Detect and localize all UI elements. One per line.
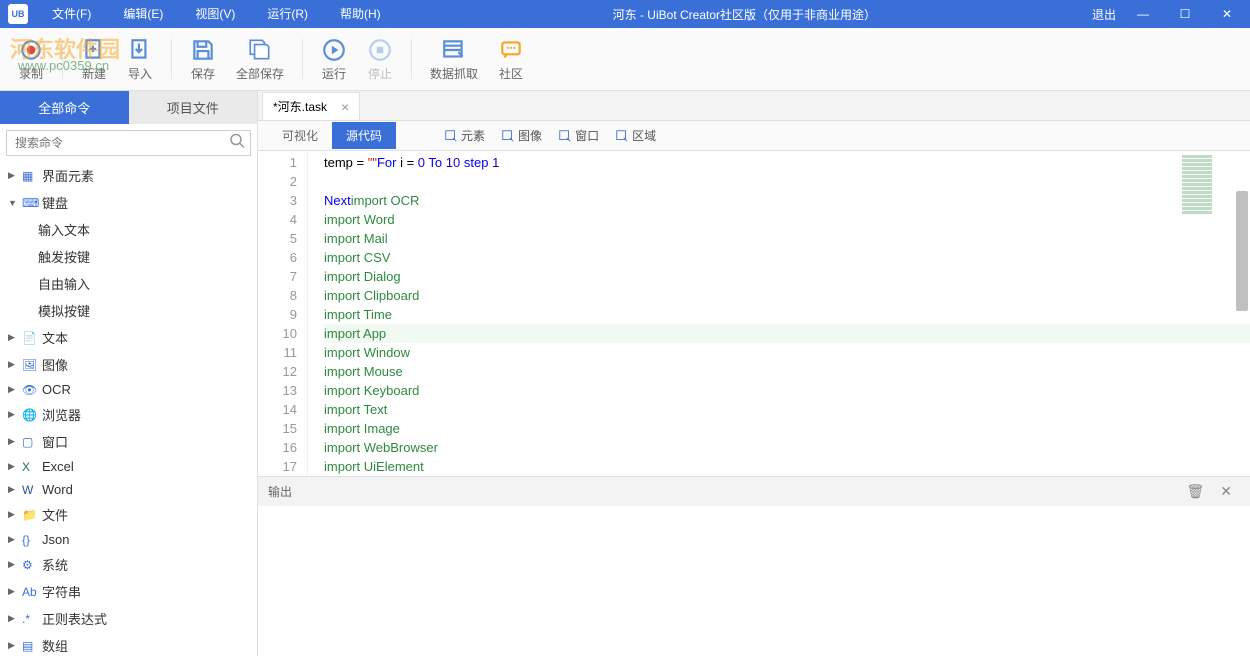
close-button[interactable]: ✕ <box>1212 0 1242 28</box>
view-tab[interactable]: 可视化 <box>268 122 332 149</box>
tree-item[interactable]: ▶👁OCR <box>0 378 257 401</box>
tree-child-item[interactable]: 输入文本 <box>0 216 257 243</box>
file-tab[interactable]: *河东.task × <box>262 92 360 120</box>
toolbar: 录制新建导入保存全部保存运行停止数据抓取社区 <box>0 28 1250 90</box>
output-body <box>258 506 1250 656</box>
code-editor[interactable]: 1234567891011121314151617 temp = ""For i… <box>258 151 1250 476</box>
run-button[interactable]: 运行 <box>311 33 357 86</box>
code-content[interactable]: temp = ""For i = 0 To 10 step 1Nextimpor… <box>308 151 1250 476</box>
titlebar: UB 文件(F)编辑(E)视图(V)运行(R)帮助(H) 河东 - UiBot … <box>0 0 1250 28</box>
editor-area: *河东.task × 可视化源代码 元素图像窗口区域 12345678910111… <box>258 91 1250 656</box>
command-tree: ▶▦界面元素▼⌨键盘输入文本触发按键自由输入模拟按键▶📄文本▶🖼图像▶👁OCR▶… <box>0 162 257 656</box>
search-input[interactable] <box>6 130 251 156</box>
menu-item[interactable]: 帮助(H) <box>324 0 397 28</box>
minimize-button[interactable]: — <box>1128 0 1158 28</box>
saveall-button[interactable]: 全部保存 <box>226 33 294 86</box>
inspector-button[interactable]: 元素 <box>436 123 493 148</box>
scroll-thumb[interactable] <box>1236 191 1248 311</box>
window-title: 河东 - UiBot Creator社区版（仅用于非商业用途） <box>397 6 1092 23</box>
vertical-scrollbar[interactable] <box>1236 151 1248 476</box>
save-button[interactable]: 保存 <box>180 33 226 86</box>
sidebar-tab[interactable]: 全部命令 <box>0 91 129 124</box>
tree-item[interactable]: ▶📁文件 <box>0 501 257 528</box>
menu-bar: 文件(F)编辑(E)视图(V)运行(R)帮助(H) <box>36 0 397 28</box>
close-output-icon[interactable]: ✕ <box>1212 483 1240 500</box>
file-tabs: *河东.task × <box>258 91 1250 121</box>
scrape-button[interactable]: 数据抓取 <box>420 33 488 86</box>
record-button[interactable]: 录制 <box>8 33 54 86</box>
inspector-button[interactable]: 区域 <box>607 123 664 148</box>
maximize-button[interactable]: ☐ <box>1170 0 1200 28</box>
tree-item[interactable]: ▶▦界面元素 <box>0 162 257 189</box>
search-icon[interactable] <box>229 133 245 154</box>
menu-item[interactable]: 视图(V) <box>179 0 251 28</box>
close-tab-icon[interactable]: × <box>341 99 349 115</box>
new-button[interactable]: 新建 <box>71 33 117 86</box>
file-tab-label: *河东.task <box>273 98 327 115</box>
tree-item[interactable]: ▶🌐浏览器 <box>0 401 257 428</box>
clear-output-icon[interactable]: 🗑 <box>1178 483 1212 500</box>
import-button[interactable]: 导入 <box>117 33 163 86</box>
inspector-button[interactable]: 图像 <box>493 123 550 148</box>
tree-child-item[interactable]: 触发按键 <box>0 243 257 270</box>
tree-item[interactable]: ▶Ab字符串 <box>0 578 257 605</box>
tree-item[interactable]: ▶📄文本 <box>0 324 257 351</box>
tree-item[interactable]: ▶XExcel <box>0 455 257 478</box>
tree-child-item[interactable]: 模拟按键 <box>0 297 257 324</box>
output-title: 输出 <box>268 483 1178 500</box>
exit-button[interactable]: 退出 <box>1092 6 1116 23</box>
output-panel: 输出 🗑 ✕ <box>258 476 1250 656</box>
tree-item[interactable]: ▶🖼图像 <box>0 351 257 378</box>
community-button[interactable]: 社区 <box>488 33 534 86</box>
tree-item[interactable]: ▶▢窗口 <box>0 428 257 455</box>
menu-item[interactable]: 文件(F) <box>36 0 107 28</box>
view-tab[interactable]: 源代码 <box>332 122 396 149</box>
sidebar-tab[interactable]: 项目文件 <box>129 91 258 124</box>
sidebar: 全部命令项目文件 ▶▦界面元素▼⌨键盘输入文本触发按键自由输入模拟按键▶📄文本▶… <box>0 91 258 656</box>
minimap[interactable] <box>1182 155 1232 255</box>
line-gutter: 1234567891011121314151617 <box>258 151 308 476</box>
view-bar: 可视化源代码 元素图像窗口区域 <box>258 121 1250 151</box>
tree-item[interactable]: ▶.*正则表达式 <box>0 605 257 632</box>
menu-item[interactable]: 运行(R) <box>251 0 324 28</box>
tree-child-item[interactable]: 自由输入 <box>0 270 257 297</box>
menu-item[interactable]: 编辑(E) <box>107 0 179 28</box>
inspector-button[interactable]: 窗口 <box>550 123 607 148</box>
tree-item[interactable]: ▼⌨键盘 <box>0 189 257 216</box>
app-logo: UB <box>8 4 28 24</box>
tree-item[interactable]: ▶▤数组 <box>0 632 257 656</box>
tree-item[interactable]: ▶⚙系统 <box>0 551 257 578</box>
stop-button: 停止 <box>357 33 403 86</box>
tree-item[interactable]: ▶WWord <box>0 478 257 501</box>
tree-item[interactable]: ▶{}Json <box>0 528 257 551</box>
